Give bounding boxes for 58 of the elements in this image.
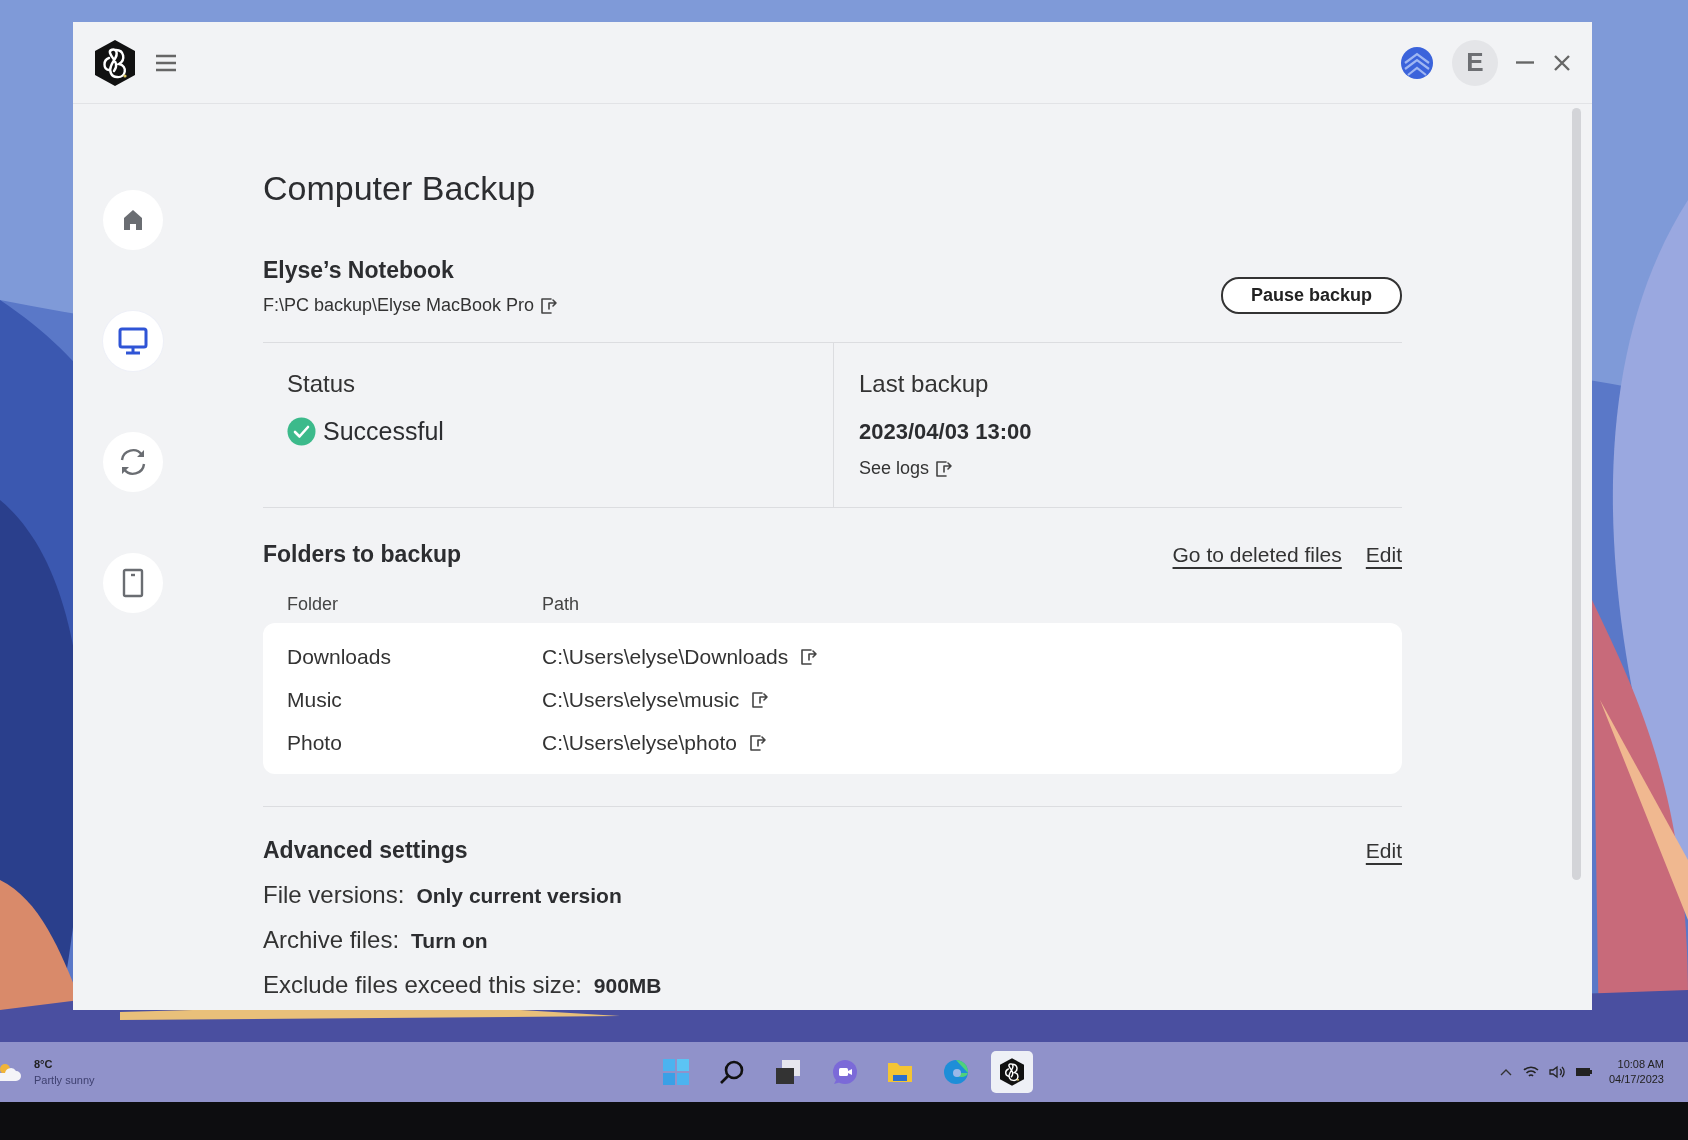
setting-label: File versions: bbox=[263, 881, 405, 909]
wifi-icon[interactable] bbox=[1522, 1065, 1539, 1079]
section-title: Folders to backup bbox=[263, 541, 462, 568]
weather-text: Partly sunny bbox=[34, 1074, 95, 1086]
text-link[interactable]: Go to deleted files bbox=[1172, 542, 1342, 567]
taskbar-app[interactable] bbox=[991, 1051, 1033, 1093]
page-title: Computer Backup bbox=[263, 168, 537, 208]
close-button[interactable] bbox=[1552, 52, 1572, 73]
cloud-sun-icon bbox=[0, 1061, 22, 1083]
search-icon bbox=[718, 1058, 746, 1086]
setting-label: Archive files: bbox=[263, 926, 400, 954]
setting-label: Exclude files exceed this size: bbox=[263, 971, 582, 999]
weather-temperature: 8°C bbox=[34, 1058, 54, 1070]
setting-value: Only current version bbox=[416, 884, 622, 908]
backup-path: F:\PC backup\Elyse MacBook Pro bbox=[263, 295, 535, 316]
clock[interactable]: 10:08 AM 04/17/2023 bbox=[1608, 1057, 1664, 1087]
battery-icon[interactable] bbox=[1574, 1067, 1593, 1077]
external-link-icon[interactable] bbox=[935, 459, 954, 478]
windows-icon bbox=[662, 1058, 690, 1086]
edit-link[interactable]: Edit bbox=[1365, 838, 1402, 863]
scrollbar[interactable] bbox=[1572, 108, 1581, 880]
video-chat-icon bbox=[830, 1058, 858, 1086]
monitor-icon bbox=[117, 326, 149, 356]
external-link-icon[interactable] bbox=[540, 296, 559, 315]
folder-path: C:\Users\elyse\photo bbox=[542, 730, 737, 755]
app-logo-icon bbox=[997, 1057, 1027, 1087]
speaker-icon[interactable] bbox=[1548, 1065, 1565, 1079]
folder-name: Music bbox=[287, 687, 343, 712]
column-header: Path bbox=[542, 594, 581, 615]
section-title: Advanced settings bbox=[263, 837, 468, 864]
status-value: Successful bbox=[323, 417, 444, 446]
phone-icon bbox=[121, 568, 145, 598]
status-label: Status bbox=[287, 369, 357, 399]
folder-name: Downloads bbox=[287, 644, 392, 669]
see-logs-link[interactable]: See logs bbox=[859, 458, 930, 479]
minimize-icon bbox=[1516, 61, 1534, 64]
folder-path: C:\Users\elyse\music bbox=[542, 687, 740, 712]
device-name: Elyse’s Notebook bbox=[263, 256, 455, 284]
folder-path: C:\Users\elyse\Downloads bbox=[542, 644, 789, 669]
column-header: Folder bbox=[287, 594, 340, 615]
menu-button[interactable] bbox=[154, 52, 178, 73]
user-avatar[interactable]: E bbox=[1452, 39, 1498, 86]
chevron-up-icon[interactable] bbox=[1498, 1067, 1513, 1077]
last-backup-time: 2023/04/03 13:00 bbox=[859, 419, 1033, 445]
external-link-icon[interactable] bbox=[751, 690, 770, 709]
menu-icon bbox=[154, 52, 178, 73]
chevrons-logo-icon[interactable] bbox=[1400, 45, 1434, 80]
external-link-icon[interactable] bbox=[748, 733, 767, 752]
external-link-icon[interactable] bbox=[800, 647, 819, 666]
pause-backup-button[interactable]: Pause backup bbox=[1220, 277, 1402, 314]
close-icon bbox=[1552, 52, 1572, 73]
setting-value: 900MB bbox=[593, 974, 662, 998]
last-backup-label: Last backup bbox=[859, 369, 990, 399]
browser-icon bbox=[942, 1058, 970, 1086]
setting-value: Turn on bbox=[411, 929, 488, 953]
text-link[interactable]: Edit bbox=[1365, 542, 1402, 567]
folder-name: Photo bbox=[287, 730, 343, 755]
task-view-icon bbox=[774, 1058, 802, 1086]
